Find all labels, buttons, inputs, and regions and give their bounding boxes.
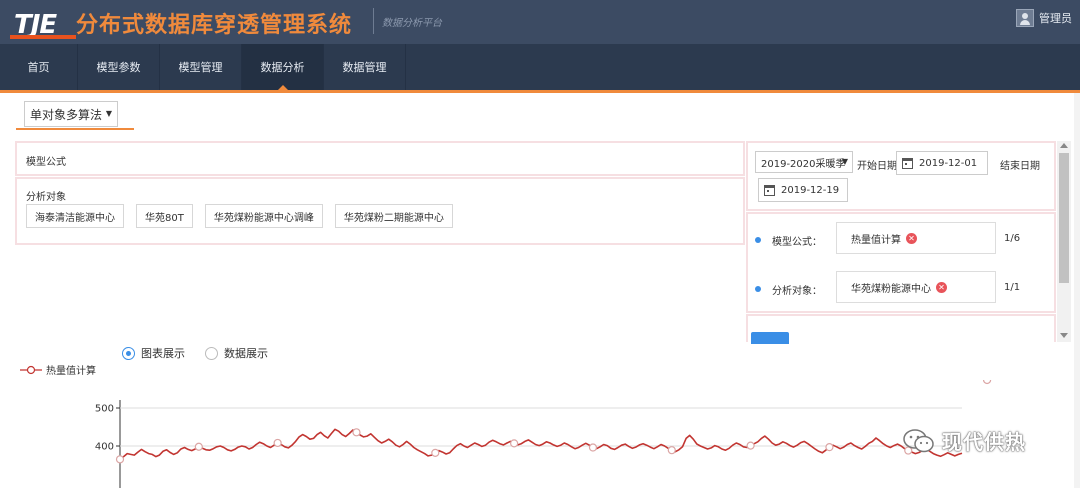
selection-panel: 模型公式： 热量值计算 ✕ 1/6 分析对象： 华苑煤粉能源中心 ✕ 1/1 (746, 212, 1056, 313)
data-point (273, 438, 282, 448)
data-point (510, 439, 519, 448)
data-point (431, 448, 440, 457)
remove-icon[interactable]: ✕ (936, 281, 947, 293)
data-point (588, 443, 598, 452)
start-date-label: 开始日期 (857, 161, 897, 172)
end-date-label: 结束日期 (1000, 161, 1040, 172)
title-divider (373, 8, 374, 34)
nav-data-management[interactable]: 数据管理 (324, 44, 406, 90)
season-select[interactable]: 2019-2020采暖季 ▼ (755, 151, 853, 173)
calendar-icon (902, 157, 913, 169)
chevron-down-icon: ▼ (841, 157, 848, 166)
watermark-text: 现代供热 (942, 430, 1026, 454)
scroll-up-icon[interactable] (1060, 143, 1068, 148)
series-line (119, 428, 963, 460)
nav-home[interactable]: 首页 (0, 44, 78, 90)
nav-data-analysis[interactable]: 数据分析 (242, 44, 324, 90)
app-subtitle: 数据分析平台 (382, 18, 442, 29)
algorithm-select[interactable]: 单对象多算法 ▼ (24, 101, 118, 127)
remove-icon[interactable]: ✕ (906, 232, 917, 244)
target-chip-list: 海泰清洁能源中心 华苑80T 华苑煤粉能源中心调峰 华苑煤粉二期能源中心 (26, 204, 453, 228)
start-date-input[interactable]: 2019-12-01 (896, 151, 988, 175)
right-panel-scrollbar[interactable] (1057, 141, 1071, 342)
selected-formula-value: 热量值计算 (851, 234, 901, 246)
target-chip[interactable]: 华苑煤粉二期能源中心 (334, 204, 453, 228)
selected-target-value: 华苑煤粉能源中心 (851, 283, 931, 295)
brand-logo: TJE (6, 6, 76, 40)
selected-formula-row: 模型公式： 热量值计算 ✕ 1/6 (748, 222, 1054, 256)
target-chip[interactable]: 海泰清洁能源中心 (26, 204, 124, 228)
season-select-value: 2019-2020采暖季 (761, 158, 846, 170)
selected-formula-tag: 热量值计算 ✕ (836, 222, 996, 254)
data-point (115, 455, 125, 464)
target-chip[interactable]: 华苑80T (136, 204, 193, 228)
nav-model-management[interactable]: 模型管理 (160, 44, 242, 90)
target-panel-label: 分析对象 (26, 192, 66, 203)
nav-accent-line (0, 90, 1080, 93)
app-header: TJE 分布式数据库穿透管理系统 数据分析平台 管理员 (0, 0, 1080, 44)
user-menu[interactable]: 管理员 (1016, 9, 1072, 27)
user-icon (1016, 9, 1034, 27)
data-point (352, 428, 361, 437)
nav-model-params[interactable]: 模型参数 (78, 44, 160, 90)
data-point (746, 441, 755, 450)
chart-legend[interactable]: 热量值计算 (20, 362, 96, 377)
app-title: 分布式数据库穿透管理系统 (76, 13, 353, 38)
end-date-input[interactable]: 2019-12-19 (758, 178, 848, 202)
scroll-thumb[interactable] (1059, 153, 1069, 283)
chart-view-radio[interactable] (122, 346, 135, 360)
data-view-label: 数据展示 (224, 347, 268, 360)
bullet-icon (755, 237, 761, 243)
selected-formula-label: 模型公式： (772, 237, 822, 248)
selected-target-label: 分析对象： (772, 286, 822, 297)
formula-panel: 模型公式 (15, 141, 745, 176)
data-point (667, 446, 676, 455)
algorithm-tab-underline (16, 128, 134, 130)
view-toggle: 图表展示 数据展示 (122, 345, 282, 361)
bullet-icon (755, 286, 761, 292)
scroll-down-icon[interactable] (1060, 333, 1068, 338)
selected-target-count: 1/1 (1004, 282, 1021, 293)
selected-target-tag: 华苑煤粉能源中心 ✕ (836, 271, 996, 303)
chevron-down-icon: ▼ (105, 109, 112, 118)
data-view-radio[interactable] (205, 346, 218, 360)
legend-series-label: 热量值计算 (46, 366, 96, 377)
selected-formula-count: 1/6 (1004, 233, 1021, 244)
data-point (194, 442, 203, 451)
target-chip[interactable]: 华苑煤粉能源中心调峰 (204, 204, 323, 228)
chart-view-label: 图表展示 (141, 347, 185, 360)
formula-panel-label: 模型公式 (26, 157, 66, 168)
y-tick-label: 500 (95, 404, 114, 415)
logo-underline (10, 35, 76, 39)
end-date-value: 2019-12-19 (781, 184, 840, 196)
start-date-value: 2019-12-01 (919, 157, 978, 169)
y-tick-label: 400 (95, 442, 114, 453)
action-panel (746, 314, 1056, 344)
data-point (982, 380, 992, 385)
data-point (825, 443, 834, 452)
filter-panel: 2019-2020采暖季 ▼ 开始日期 2019-12-01 结束日期 2019… (746, 141, 1056, 211)
user-name: 管理员 (1039, 12, 1072, 25)
target-panel: 分析对象 海泰清洁能源中心 华苑80T 华苑煤粉能源中心调峰 华苑煤粉二期能源中… (15, 177, 745, 245)
watermark: 现代供热 (902, 426, 1026, 455)
page-scrollbar[interactable] (1074, 93, 1080, 488)
calendar-icon (764, 184, 775, 196)
main-nav: 首页 模型参数 模型管理 数据分析 数据管理 (0, 44, 1080, 90)
selected-target-row: 分析对象： 华苑煤粉能源中心 ✕ 1/1 (748, 271, 1054, 305)
algorithm-select-value: 单对象多算法 (30, 107, 103, 122)
wechat-icon (903, 428, 934, 452)
legend-line-marker-icon (20, 365, 42, 374)
analyze-button[interactable] (751, 332, 789, 344)
